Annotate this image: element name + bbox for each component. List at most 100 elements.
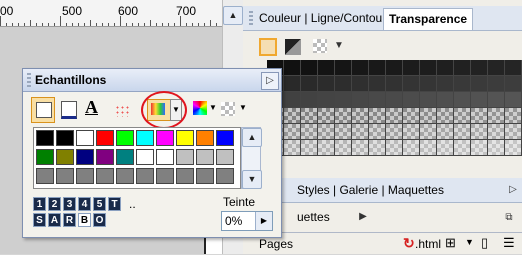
- transparency-preset[interactable]: [284, 108, 301, 124]
- transparency-icon[interactable]: [221, 102, 235, 116]
- transparency-preset[interactable]: [488, 60, 505, 76]
- transparency-preset[interactable]: [369, 124, 386, 140]
- chevron-down-icon[interactable]: ▼: [331, 38, 347, 54]
- transparency-preset[interactable]: [488, 140, 505, 156]
- transparency-preset[interactable]: [488, 76, 505, 92]
- transparency-preset[interactable]: [505, 92, 522, 108]
- color-swatch[interactable]: [56, 130, 74, 146]
- transparency-preset[interactable]: [335, 60, 352, 76]
- color-swatch[interactable]: [36, 168, 54, 184]
- transparency-preset[interactable]: [335, 76, 352, 92]
- chevron-down-icon[interactable]: ▼: [209, 103, 217, 112]
- transparency-preset[interactable]: [352, 76, 369, 92]
- library-button[interactable]: 3: [63, 197, 76, 211]
- library-button[interactable]: 4: [78, 197, 91, 211]
- transparency-preset[interactable]: [318, 124, 335, 140]
- transparency-preset[interactable]: [352, 124, 369, 140]
- color-swatch[interactable]: [116, 168, 134, 184]
- transparency-preset[interactable]: [437, 76, 454, 92]
- transparency-swatch-icon[interactable]: [313, 39, 327, 53]
- transparency-preset[interactable]: [437, 108, 454, 124]
- color-swatch[interactable]: [116, 130, 134, 146]
- transparency-preset[interactable]: [403, 124, 420, 140]
- transparency-preset[interactable]: [284, 92, 301, 108]
- transparency-preset[interactable]: [386, 92, 403, 108]
- color-swatch[interactable]: [76, 168, 94, 184]
- color-swatch[interactable]: [136, 130, 154, 146]
- color-swatch[interactable]: [96, 168, 114, 184]
- transparency-preset[interactable]: [437, 60, 454, 76]
- transparency-preset[interactable]: [301, 76, 318, 92]
- transparency-preset[interactable]: [301, 108, 318, 124]
- transparency-preset[interactable]: [386, 124, 403, 140]
- html-label[interactable]: .html: [415, 237, 441, 251]
- library-button[interactable]: B: [78, 213, 91, 227]
- transparency-preset[interactable]: [369, 140, 386, 156]
- tab-transparence[interactable]: Transparence: [383, 8, 474, 30]
- color-swatch[interactable]: [76, 130, 94, 146]
- chevron-down-icon[interactable]: ▼: [239, 103, 247, 112]
- palette-icon[interactable]: [115, 105, 129, 117]
- play-icon[interactable]: ▶: [355, 209, 371, 225]
- scroll-up-icon[interactable]: ▲: [223, 6, 243, 25]
- transparency-preset[interactable]: [301, 124, 318, 140]
- refresh-icon[interactable]: ↻: [403, 235, 415, 252]
- transparency-preset[interactable]: [284, 60, 301, 76]
- transparency-preset[interactable]: [335, 108, 352, 124]
- transparency-preset[interactable]: [471, 92, 488, 108]
- color-swatch[interactable]: [216, 130, 234, 146]
- transparency-preset[interactable]: [284, 124, 301, 140]
- color-swatch[interactable]: [136, 168, 154, 184]
- color-swatch[interactable]: [176, 149, 194, 165]
- transparency-gallery[interactable]: [267, 60, 522, 156]
- transparency-preset[interactable]: [471, 108, 488, 124]
- transparency-preset[interactable]: [318, 92, 335, 108]
- library-button[interactable]: O: [93, 213, 106, 227]
- transparency-preset[interactable]: [437, 140, 454, 156]
- transparency-preset[interactable]: [386, 140, 403, 156]
- fill-button[interactable]: [31, 97, 55, 123]
- transparency-preset[interactable]: [284, 76, 301, 92]
- transparency-preset[interactable]: [488, 92, 505, 108]
- transparency-preset[interactable]: [352, 92, 369, 108]
- transparency-preset[interactable]: [318, 76, 335, 92]
- color-swatch[interactable]: [56, 168, 74, 184]
- color-swatch[interactable]: [156, 130, 174, 146]
- library-button[interactable]: 5: [93, 197, 106, 211]
- color-swatch[interactable]: [36, 130, 54, 146]
- line-transparency-button[interactable]: [285, 39, 301, 55]
- scroll-up-icon[interactable]: ▲: [242, 128, 262, 147]
- color-swatch[interactable]: [196, 130, 214, 146]
- transparency-preset[interactable]: [505, 140, 522, 156]
- transparency-preset[interactable]: [301, 140, 318, 156]
- chevron-down-icon[interactable]: ▼: [465, 237, 474, 247]
- color-swatch[interactable]: [216, 149, 234, 165]
- library-button[interactable]: R: [63, 213, 76, 227]
- outline-button[interactable]: [61, 101, 77, 119]
- color-swatch[interactable]: [36, 149, 54, 165]
- grip-icon[interactable]: [249, 11, 253, 25]
- transparency-preset[interactable]: [301, 60, 318, 76]
- library-button[interactable]: 1: [33, 197, 46, 211]
- transparency-preset[interactable]: [454, 60, 471, 76]
- transparency-preset[interactable]: [284, 140, 301, 156]
- transparency-preset[interactable]: [454, 124, 471, 140]
- transparency-preset[interactable]: [301, 92, 318, 108]
- transparency-preset[interactable]: [318, 60, 335, 76]
- transparency-preset[interactable]: [403, 76, 420, 92]
- color-swatch[interactable]: [96, 130, 114, 146]
- transparency-preset[interactable]: [454, 92, 471, 108]
- color-swatch[interactable]: [56, 149, 74, 165]
- transparency-preset[interactable]: [471, 60, 488, 76]
- transparency-preset[interactable]: [335, 140, 352, 156]
- transparency-preset[interactable]: [454, 108, 471, 124]
- transparency-preset[interactable]: [454, 140, 471, 156]
- transparency-preset[interactable]: [420, 60, 437, 76]
- transparency-preset[interactable]: [420, 92, 437, 108]
- transparency-preset[interactable]: [386, 60, 403, 76]
- transparency-preset[interactable]: [505, 76, 522, 92]
- transparency-preset[interactable]: [505, 124, 522, 140]
- transparency-preset[interactable]: [505, 108, 522, 124]
- transparency-preset[interactable]: [386, 108, 403, 124]
- transparency-preset[interactable]: [471, 124, 488, 140]
